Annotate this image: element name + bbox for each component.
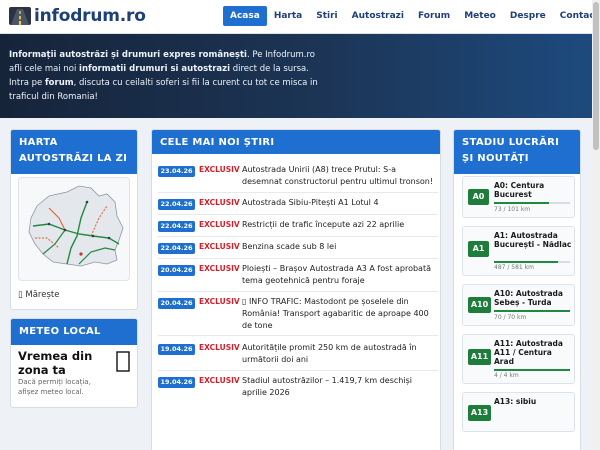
meteo-card-title: METEO LOCAL: [11, 319, 137, 345]
news-date: 22.04.26: [158, 221, 195, 232]
project-item-a0[interactable]: A0 A0: Centura Bucurest 73 / 101 km: [462, 176, 575, 218]
project-km: 4 / 4 km: [494, 372, 519, 379]
news-date: 20.04.26: [158, 265, 195, 276]
news-title[interactable]: Ploiești – Brașov Autostrada A3 A fost a…: [242, 263, 438, 287]
project-item-a11[interactable]: A11 A11: Autostrada A11 / Centura Arad 4…: [462, 334, 575, 384]
news-divider: [158, 236, 438, 237]
hero-bold-title: Informații autostrăzi și drumuri expres …: [9, 50, 247, 60]
stadiu-card-title: STADIU LUCRĂRI ȘI NOUTĂȚI: [454, 130, 580, 174]
stadiu-card: STADIU LUCRĂRI ȘI NOUTĂȚI A0 A0: Centura…: [453, 129, 581, 450]
exclusiv-tag: EXCLUSIV: [199, 198, 240, 207]
news-title[interactable]: Benzina scade sub 8 lei: [242, 241, 438, 253]
news-date: 20.04.26: [158, 298, 195, 309]
project-km: 70 / 70 km: [494, 314, 527, 321]
project-progress-bar: [494, 369, 570, 371]
project-badge: A0: [468, 189, 489, 205]
news-divider: [158, 258, 438, 259]
project-progress-bar: [494, 261, 570, 263]
news-date: 22.04.26: [158, 199, 195, 210]
top-navbar: infodrum.ro Acasa Harta Stiri Autostrazi…: [0, 0, 599, 34]
hero-banner: Informații autostrăzi și drumuri expres …: [0, 34, 592, 118]
news-divider: [158, 291, 438, 292]
project-item-a13[interactable]: A13 A13: sibiu: [462, 392, 575, 432]
news-card: CELE MAI NOI ȘTIRI 23.04.26 EXCLUSIV Aut…: [151, 129, 441, 450]
project-badge: A10: [468, 297, 491, 313]
project-name: A11: Autostrada A11 / Centura Arad: [494, 339, 563, 366]
news-divider: [158, 214, 438, 215]
project-progress-bar: [494, 202, 570, 204]
news-card-title: CELE MAI NOI ȘTIRI: [152, 130, 440, 154]
page-scrollbar[interactable]: [592, 0, 600, 450]
project-badge: A11: [468, 349, 491, 365]
project-km: 73 / 101 km: [494, 206, 531, 213]
project-item-a1[interactable]: A1 A1: Autostrada București - Nădlac 487…: [462, 226, 575, 276]
meteo-card: METEO LOCAL Vremea din zona ta Dacă perm…: [10, 318, 138, 408]
nav-acasa[interactable]: Acasa: [223, 6, 267, 26]
harta-card: HARTA AUTOSTRĂZI LA ZI ▯ Mărește: [10, 129, 138, 310]
news-date: 19.04.26: [158, 377, 195, 388]
news-date: 19.04.26: [158, 344, 195, 355]
news-title[interactable]: Autostrada Unirii (A8) trece Prutul: S-a…: [242, 164, 438, 188]
project-name: A0: Centura Bucurest: [494, 181, 545, 199]
hero-bold-2: informatii drumuri si autostrazi: [79, 64, 231, 74]
project-badge: A1: [468, 241, 489, 257]
news-title[interactable]: Stadiul autostrăzilor – 1.419,7 km desch…: [242, 375, 438, 399]
highway-map-thumbnail[interactable]: [18, 177, 130, 281]
main-nav: Acasa Harta Stiri Autostrazi Forum Meteo…: [223, 6, 600, 26]
news-divider: [158, 370, 438, 371]
exclusiv-tag: EXCLUSIV: [199, 242, 240, 251]
project-item-a10[interactable]: A10 A10: Autostrada Sebeș - Turda 70 / 7…: [462, 284, 575, 326]
exclusiv-tag: EXCLUSIV: [199, 264, 240, 273]
news-title[interactable]: Restricții de trafic începute azi 22 apr…: [242, 219, 438, 231]
project-badge: A13: [468, 405, 491, 421]
news-date: 23.04.26: [158, 166, 195, 177]
hero-text: Informații autostrăzi și drumuri expres …: [9, 48, 319, 104]
meteo-subtitle: Dacă permiți locația, afișez meteo local…: [18, 378, 91, 396]
sun-icon: [116, 351, 132, 377]
nav-meteo[interactable]: Meteo: [457, 6, 503, 26]
news-title[interactable]: Autostrada Sibiu-Pitești A1 Lotul 4: [242, 197, 438, 209]
nav-autostrazi[interactable]: Autostrazi: [345, 6, 411, 26]
nav-forum[interactable]: Forum: [411, 6, 457, 26]
road-logo-icon: [9, 7, 31, 25]
news-title[interactable]: Autoritățile promit 250 km de autostradă…: [242, 342, 438, 366]
news-divider: [158, 192, 438, 193]
project-name: A1: Autostrada București - Nădlac: [494, 231, 572, 249]
nav-stiri[interactable]: Stiri: [309, 6, 344, 26]
exclusiv-tag: EXCLUSIV: [199, 220, 240, 229]
magnifier-icon: ▯: [18, 290, 23, 300]
news-title[interactable]: ▯ INFO TRAFIC: Mastodont pe șoselele din…: [242, 296, 438, 332]
meteo-heading: Vremea din zona ta: [18, 349, 93, 377]
news-date: 22.04.26: [158, 243, 195, 254]
harta-card-title: HARTA AUTOSTRĂZI LA ZI: [11, 130, 137, 174]
exclusiv-tag: EXCLUSIV: [199, 165, 240, 174]
project-km: 487 / 581 km: [494, 264, 534, 271]
site-logo[interactable]: infodrum.ro: [9, 6, 146, 26]
scrollbar-thumb[interactable]: [593, 2, 599, 150]
project-name: A13: sibiu: [494, 397, 537, 406]
nav-harta[interactable]: Harta: [267, 6, 309, 26]
mareste-link[interactable]: ▯ Mărește: [18, 290, 59, 300]
mareste-label: Mărește: [25, 290, 60, 300]
exclusiv-tag: EXCLUSIV: [199, 297, 240, 306]
news-divider: [158, 335, 438, 336]
project-name: A10: Autostrada Sebeș - Turda: [494, 289, 563, 307]
exclusiv-tag: EXCLUSIV: [199, 343, 240, 352]
exclusiv-tag: EXCLUSIV: [199, 376, 240, 385]
logo-text: infodrum.ro: [34, 6, 146, 26]
project-progress-bar: [494, 310, 570, 312]
hero-forum-link[interactable]: forum: [45, 78, 74, 88]
nav-despre[interactable]: Despre: [503, 6, 553, 26]
